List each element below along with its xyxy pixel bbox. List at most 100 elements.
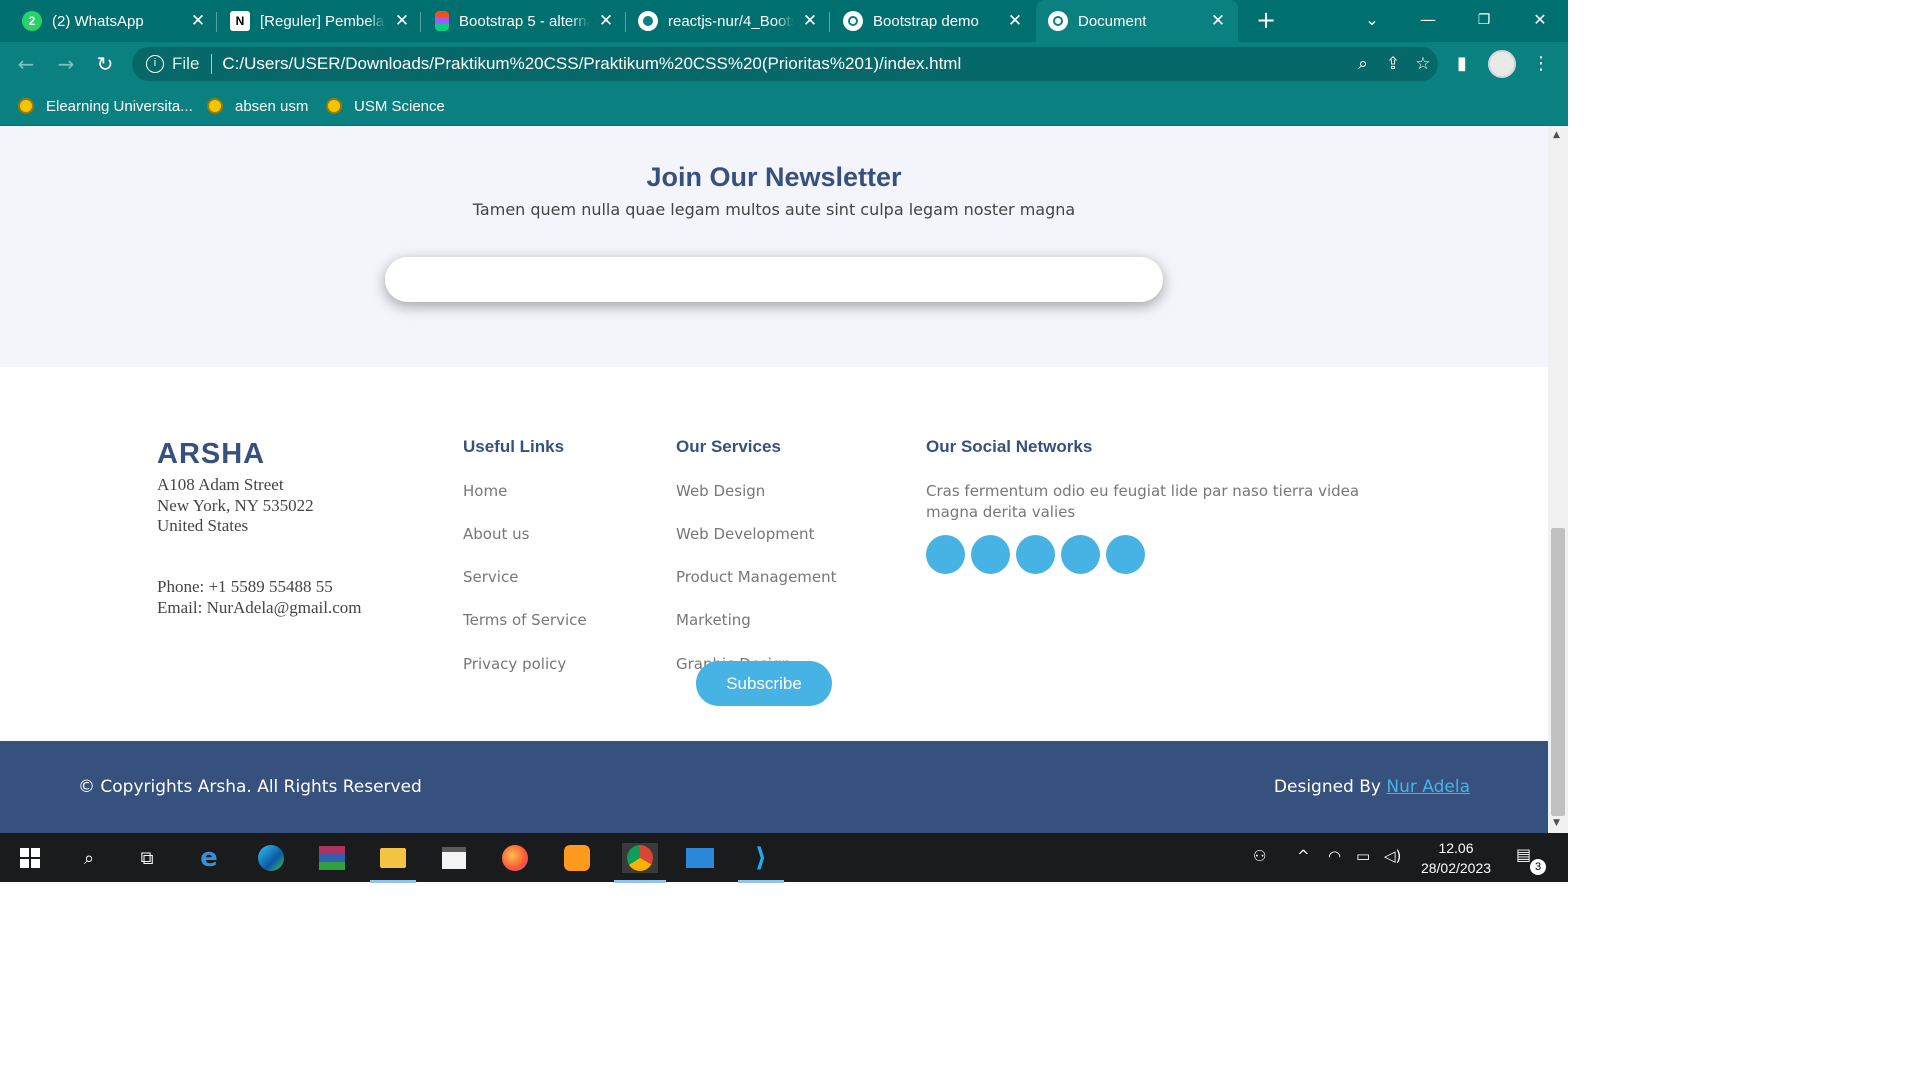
- footer-link-about[interactable]: About us: [463, 525, 529, 543]
- footer-link-privacy[interactable]: Privacy policy: [463, 655, 566, 673]
- restore-icon[interactable]: ❐: [1464, 6, 1504, 34]
- zoom-icon[interactable]: ⌕: [1348, 54, 1378, 74]
- footer-top: ARSHA A108 Adam Street New York, NY 5350…: [0, 367, 1548, 741]
- windows-taskbar: ⌕ ⧉ e ⟩ ⚇ ^ ◠ ▭ ◁) 12.06 28/02/2023 ▤ 3: [0, 833, 1568, 883]
- task-view-icon[interactable]: ⧉: [132, 843, 162, 873]
- tab-reguler-pembelajaran[interactable]: N [Reguler] Pembelajaran ✕: [230, 0, 412, 42]
- tab-github-reactjs[interactable]: reactjs-nur/4_Bootstrap ✕: [638, 0, 820, 42]
- menu-icon[interactable]: ⋮: [1527, 50, 1555, 78]
- url-text[interactable]: C:/Users/USER/Downloads/Praktikum%20CSS/…: [222, 54, 1348, 74]
- new-tab-button[interactable]: +: [1246, 6, 1286, 34]
- wifi-icon[interactable]: ◠: [1328, 847, 1341, 865]
- uc-browser-icon[interactable]: [562, 843, 592, 873]
- tab-title: (2) WhatsApp: [52, 12, 144, 30]
- footer-service-web-design[interactable]: Web Design: [676, 482, 765, 500]
- search-icon[interactable]: ⌕: [74, 843, 104, 873]
- side-panel-icon[interactable]: ▮: [1448, 50, 1476, 78]
- linkedin-icon[interactable]: [1106, 535, 1145, 574]
- forward-icon[interactable]: →: [52, 50, 80, 78]
- page-scrollbar[interactable]: ▲ ▼: [1548, 126, 1568, 833]
- tab-bootstrap-5[interactable]: Bootstrap 5 - alternative ✕: [435, 0, 616, 42]
- tab-whatsapp[interactable]: 2 (2) WhatsApp ✕: [22, 0, 208, 42]
- share-icon[interactable]: ⇪: [1378, 54, 1408, 74]
- useful-links-heading: Useful Links: [463, 437, 565, 456]
- clock-date: 28/02/2023: [1420, 860, 1492, 876]
- globe-icon: [843, 11, 863, 31]
- store-icon[interactable]: [439, 843, 469, 873]
- scheme-label: File: [172, 54, 200, 73]
- bookmarks-bar: Elearning Universita... absen usm USM Sc…: [0, 86, 1568, 126]
- close-icon[interactable]: ✕: [188, 11, 208, 31]
- credits-prefix: Designed By: [1273, 777, 1381, 797]
- footer-link-home[interactable]: Home: [463, 482, 507, 500]
- twitter-icon[interactable]: [926, 535, 965, 574]
- reload-icon[interactable]: ↻: [91, 50, 119, 78]
- address-line: A108 Adam Street: [157, 475, 284, 494]
- tab-bootstrap-demo[interactable]: Bootstrap demo ✕: [843, 0, 1025, 42]
- tab-document[interactable]: Document ✕: [1036, 0, 1238, 42]
- battery-icon[interactable]: ▭: [1356, 847, 1370, 865]
- taskbar-clock[interactable]: 12.06 28/02/2023: [1408, 838, 1504, 878]
- services-heading: Our Services: [676, 437, 781, 456]
- tab-title: Document: [1078, 12, 1147, 30]
- tab-divider: [420, 12, 421, 32]
- instagram-icon[interactable]: [1016, 535, 1055, 574]
- volume-icon[interactable]: ◁): [1384, 847, 1401, 865]
- edge-icon[interactable]: [256, 843, 286, 873]
- newsletter-email-input[interactable]: [385, 257, 1163, 302]
- usm-logo-icon: [326, 98, 342, 114]
- close-icon[interactable]: ✕: [596, 11, 616, 31]
- footer-email: Email: NurAdela@gmail.com: [157, 597, 362, 617]
- bookmark-absen-usm[interactable]: absen usm: [207, 94, 308, 118]
- minimize-icon[interactable]: —: [1408, 6, 1448, 34]
- scroll-up-icon[interactable]: ▲: [1553, 130, 1560, 140]
- bookmark-star-icon[interactable]: ☆: [1408, 54, 1438, 74]
- bookmark-label: USM Science: [354, 97, 445, 115]
- skype-icon[interactable]: [1061, 535, 1100, 574]
- close-icon[interactable]: ✕: [1005, 11, 1025, 31]
- scroll-down-icon[interactable]: ▼: [1553, 818, 1560, 828]
- footer-service-product-management[interactable]: Product Management: [676, 568, 837, 586]
- info-icon[interactable]: i: [146, 55, 164, 73]
- windows-start-icon[interactable]: [15, 843, 45, 873]
- bookmark-usm-science[interactable]: USM Science: [326, 94, 445, 118]
- chrome-icon[interactable]: [614, 843, 666, 883]
- footer-link-terms[interactable]: Terms of Service: [463, 611, 587, 629]
- footer-link-service[interactable]: Service: [463, 568, 518, 586]
- internet-explorer-icon[interactable]: e: [194, 843, 224, 873]
- mail-icon[interactable]: [685, 843, 715, 873]
- bookmark-elearning[interactable]: Elearning Universita...: [18, 94, 193, 118]
- address-line: United States: [157, 516, 249, 535]
- facebook-icon[interactable]: [971, 535, 1010, 574]
- close-window-icon[interactable]: ✕: [1520, 6, 1560, 34]
- chevron-up-icon[interactable]: ^: [1297, 847, 1310, 865]
- notification-center-icon[interactable]: ▤ 3: [1516, 845, 1546, 875]
- footer-address: A108 Adam Street New York, NY 535022 Uni…: [157, 475, 314, 537]
- footer-service-web-development[interactable]: Web Development: [676, 525, 814, 543]
- whatsapp-icon: 2: [22, 11, 42, 31]
- figma-icon: [435, 11, 449, 31]
- close-icon[interactable]: ✕: [392, 11, 412, 31]
- address-line: New York, NY 535022: [157, 495, 314, 515]
- back-icon[interactable]: ←: [12, 50, 40, 78]
- vscode-icon[interactable]: ⟩: [738, 843, 784, 883]
- people-icon[interactable]: ⚇: [1253, 847, 1266, 865]
- avatar[interactable]: [1488, 50, 1516, 78]
- address-bar[interactable]: i File C:/Users/USER/Downloads/Praktikum…: [132, 47, 1438, 81]
- file-explorer-icon[interactable]: [370, 843, 416, 883]
- close-icon[interactable]: ✕: [800, 11, 820, 31]
- subscribe-button[interactable]: Subscribe: [696, 661, 832, 706]
- firefox-icon[interactable]: [500, 843, 530, 873]
- footer-contact: Phone: +1 5589 55488 55 Email: NurAdela@…: [157, 577, 362, 618]
- credits-link[interactable]: Nur Adela: [1386, 777, 1470, 797]
- notion-icon: N: [230, 11, 250, 31]
- tab-search-icon[interactable]: ⌄: [1352, 6, 1392, 34]
- winrar-icon[interactable]: [317, 843, 347, 873]
- close-icon[interactable]: ✕: [1208, 11, 1228, 31]
- copyright-text: © Copyrights Arsha. All Rights Reserved: [78, 777, 422, 797]
- credits: Designed By Nur Adela: [1274, 777, 1470, 797]
- browser-toolbar: ← → ↻ i File C:/Users/USER/Downloads/Pra…: [0, 42, 1568, 86]
- footer-service-marketing[interactable]: Marketing: [676, 611, 751, 629]
- scrollbar-thumb[interactable]: [1551, 528, 1565, 816]
- tab-title: Bootstrap 5 - alternative: [459, 12, 590, 30]
